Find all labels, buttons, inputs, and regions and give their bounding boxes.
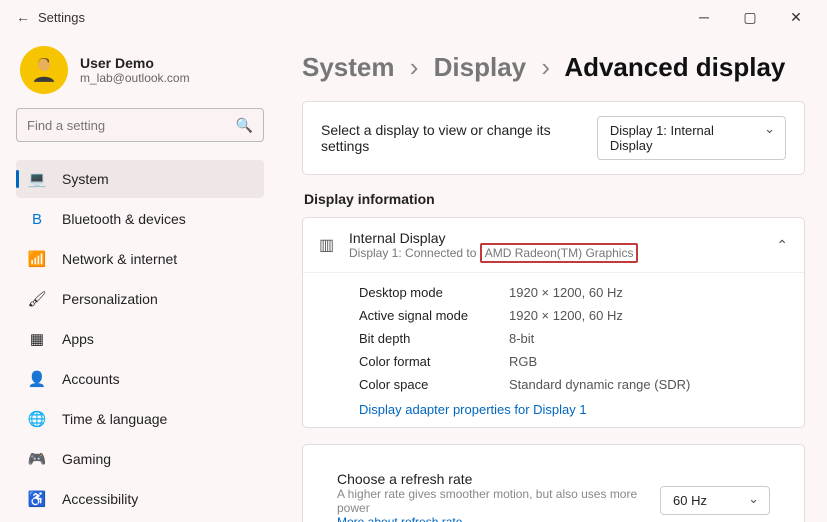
refresh-subtitle: A higher rate gives smoother motion, but… <box>337 487 660 515</box>
user-name: User Demo <box>80 55 190 71</box>
wifi-icon: 📶 <box>26 250 48 268</box>
maximize-button[interactable]: ▢ <box>727 2 773 32</box>
monitor-icon: ▥ <box>319 235 349 255</box>
brush-icon: 🖌 <box>26 290 48 308</box>
minimize-button[interactable]: ─ <box>681 2 727 32</box>
prop-row: Color spaceStandard dynamic range (SDR) <box>303 373 804 396</box>
crumb-display[interactable]: Display <box>434 52 527 82</box>
display-subtitle: Display 1: Connected to AMD Radeon(TM) G… <box>349 246 638 260</box>
chevron-right-icon: › <box>541 52 550 82</box>
globe-icon: 🌐 <box>26 410 48 428</box>
display-header[interactable]: ▥ Internal Display Display 1: Connected … <box>303 218 804 273</box>
apps-icon: ▦ <box>26 330 48 348</box>
accessibility-icon: ♿ <box>26 490 48 508</box>
sidebar-item-label: Time & language <box>62 411 167 427</box>
chevron-up-icon[interactable]: ⌃ <box>776 237 788 254</box>
sidebar-item-label: Network & internet <box>62 251 177 267</box>
sidebar-item-label: System <box>62 171 109 187</box>
avatar <box>20 46 68 94</box>
sidebar-item-label: Gaming <box>62 451 111 467</box>
refresh-title: Choose a refresh rate <box>337 471 660 487</box>
close-button[interactable]: ✕ <box>773 2 819 32</box>
prop-row: Desktop mode1920 × 1200, 60 Hz <box>303 281 804 304</box>
crumb-system[interactable]: System <box>302 52 395 82</box>
sidebar-item-bluetooth[interactable]: B Bluetooth & devices <box>16 200 264 238</box>
adapter-properties-link[interactable]: Display adapter properties for Display 1 <box>303 396 804 427</box>
person-icon: 👤 <box>26 370 48 388</box>
refresh-rate-selector[interactable]: 60 Hz <box>660 486 770 515</box>
search-box[interactable]: 🔍 <box>16 108 264 142</box>
sidebar-item-gaming[interactable]: 🎮 Gaming <box>16 440 264 478</box>
sidebar-item-personalization[interactable]: 🖌 Personalization <box>16 280 264 318</box>
gaming-icon: 🎮 <box>26 450 48 468</box>
prop-row: Active signal mode1920 × 1200, 60 Hz <box>303 304 804 327</box>
search-icon: 🔍 <box>236 117 253 134</box>
sidebar-item-label: Personalization <box>62 291 158 307</box>
back-button[interactable]: ← <box>8 9 38 25</box>
sidebar-item-accounts[interactable]: 👤 Accounts <box>16 360 264 398</box>
crumb-current: Advanced display <box>564 52 785 82</box>
display-selector[interactable]: Display 1: Internal Display <box>597 116 786 160</box>
sidebar-item-network[interactable]: 📶 Network & internet <box>16 240 264 278</box>
search-input[interactable] <box>27 118 236 133</box>
sidebar-item-accessibility[interactable]: ♿ Accessibility <box>16 480 264 518</box>
breadcrumb: System › Display › Advanced display <box>302 52 805 83</box>
section-title: Display information <box>304 191 805 207</box>
sidebar-item-time[interactable]: 🌐 Time & language <box>16 400 264 438</box>
prop-row: Color formatRGB <box>303 350 804 373</box>
bluetooth-icon: B <box>26 211 48 228</box>
gpu-name-highlight: AMD Radeon(TM) Graphics <box>480 243 639 263</box>
user-profile[interactable]: User Demo m_lab@outlook.com <box>20 46 264 94</box>
user-email: m_lab@outlook.com <box>80 71 190 85</box>
system-icon: 💻 <box>26 170 48 188</box>
sidebar-item-label: Accounts <box>62 371 120 387</box>
select-display-label: Select a display to view or change its s… <box>321 122 597 154</box>
chevron-right-icon: › <box>410 52 419 82</box>
prop-row: Bit depth8-bit <box>303 327 804 350</box>
sidebar-item-label: Bluetooth & devices <box>62 211 186 227</box>
sidebar-item-label: Accessibility <box>62 491 138 507</box>
sidebar-item-label: Apps <box>62 331 94 347</box>
sidebar-item-system[interactable]: 💻 System <box>16 160 264 198</box>
window-title: Settings <box>38 10 85 25</box>
sidebar-item-apps[interactable]: ▦ Apps <box>16 320 264 358</box>
refresh-more-link[interactable]: More about refresh rate <box>337 515 660 522</box>
